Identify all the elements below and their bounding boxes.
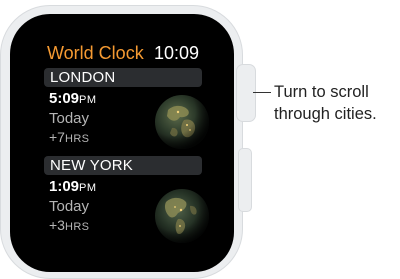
side-button[interactable]: [238, 148, 252, 212]
city-header: NEW YORK: [44, 156, 202, 175]
city-row-london[interactable]: LONDON 5:09PM Today +7HRS: [44, 68, 209, 158]
city-offset-value: +7: [49, 129, 65, 145]
city-offset: +7HRS: [49, 128, 89, 149]
crown-annotation: Turn to scroll through cities.: [274, 81, 400, 125]
current-time: 10:09: [153, 43, 199, 63]
city-time-ampm: PM: [79, 182, 97, 194]
city-day: Today: [49, 110, 90, 127]
city-time: 1:09PM: [49, 177, 97, 198]
city-offset-unit: HRS: [64, 221, 90, 233]
globe-night-icon: [155, 189, 209, 243]
status-bar: World Clock 10:09: [10, 42, 234, 66]
globe-night-icon: [155, 95, 209, 149]
city-time-ampm: PM: [79, 94, 97, 106]
city-time-value: 1:09: [49, 178, 80, 195]
city-row-new-york[interactable]: NEW YORK 1:09PM Today +3HRS: [44, 156, 209, 246]
city-header: LONDON: [44, 68, 202, 87]
city-name: LONDON: [50, 69, 116, 86]
digital-crown[interactable]: [236, 64, 256, 122]
annotation-line-2: through cities.: [274, 105, 377, 123]
watch-screen: World Clock 10:09 LONDON 5:09PM Today +7…: [10, 14, 234, 272]
app-title: World Clock: [47, 43, 144, 63]
city-offset-value: +3: [49, 217, 65, 233]
city-name: NEW YORK: [50, 157, 134, 174]
annotation-leader-line: [253, 92, 271, 93]
city-offset: +3HRS: [49, 216, 89, 237]
city-time: 5:09PM: [49, 89, 97, 110]
city-day: Today: [49, 198, 90, 215]
city-offset-unit: HRS: [64, 133, 90, 145]
city-time-value: 5:09: [49, 90, 80, 107]
annotation-line-1: Turn to scroll: [274, 83, 369, 101]
